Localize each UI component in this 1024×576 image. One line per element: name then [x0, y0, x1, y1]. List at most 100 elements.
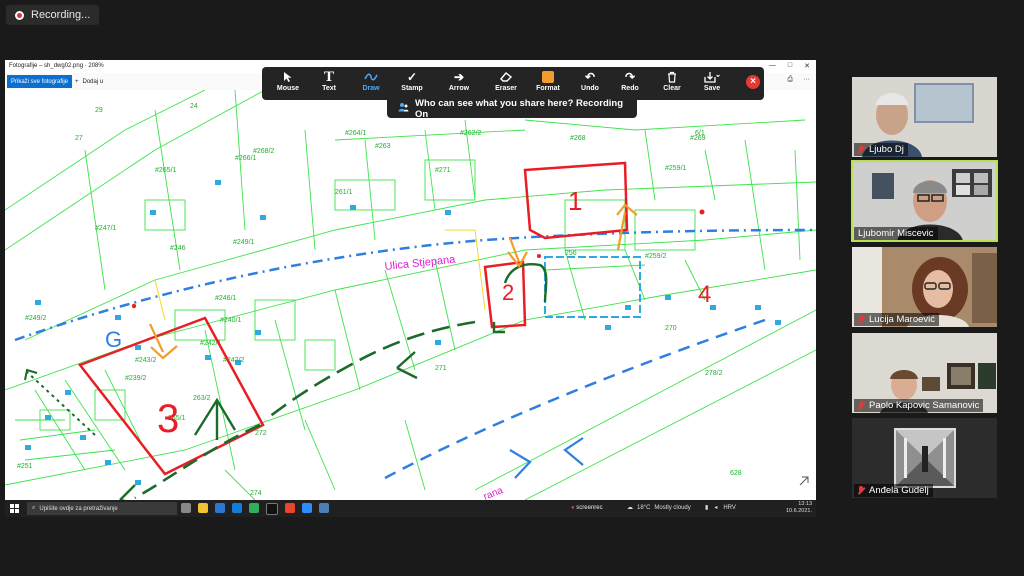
- parcel-number: 271: [435, 365, 447, 372]
- undo-icon: ↶: [584, 70, 596, 84]
- parcel-number: #268: [570, 135, 586, 142]
- recording-dot-icon: [15, 10, 24, 20]
- tool-draw[interactable]: Draw: [349, 69, 393, 99]
- format-icon: [526, 69, 570, 85]
- search-icon: ⌕: [32, 505, 36, 511]
- show-all-photos-button[interactable]: Prikaži sve fotografije: [7, 75, 73, 88]
- people-icon: [398, 102, 409, 116]
- tool-text-label: Text: [322, 85, 336, 92]
- tool-save[interactable]: Save: [690, 69, 734, 99]
- tool-mouse[interactable]: Mouse: [266, 69, 310, 99]
- tool-undo[interactable]: ↶ Undo: [568, 69, 612, 99]
- screenrec-label: ● screenrec: [571, 505, 603, 511]
- tool-eraser[interactable]: Eraser: [484, 69, 528, 99]
- stop-annotation-button[interactable]: ×: [746, 75, 760, 89]
- network-icon[interactable]: ▮: [705, 504, 708, 511]
- windows-taskbar: ⌕ Upišite ovdje za pretraživanje ● scree…: [5, 500, 816, 517]
- mic-muted-icon: [858, 315, 865, 324]
- parcel-number: 274: [250, 490, 262, 497]
- maximize-icon[interactable]: □: [788, 62, 792, 70]
- participant-tile[interactable]: Paolo Kapovic Samanovic: [852, 333, 997, 413]
- tool-arrow-label: Arrow: [448, 85, 470, 92]
- clear-icon: [650, 69, 694, 85]
- parcel-number: #265/1: [155, 167, 177, 174]
- cadastral-map: 292427#262/2#263#264/1#266/1#268/26/1#26…: [5, 90, 816, 500]
- chrome-icon[interactable]: [285, 503, 295, 513]
- edge-icon[interactable]: [232, 503, 242, 513]
- parcel-number: #268/2: [253, 148, 275, 155]
- participant-name: Ljubomir Miscevic: [858, 228, 934, 239]
- redo-icon: ↷: [624, 70, 636, 84]
- tool-text[interactable]: T Text: [307, 69, 351, 99]
- shared-screen: Fotografije – sh_dwg02.png · 208% — □ ✕ …: [5, 60, 816, 517]
- mail-icon[interactable]: [215, 503, 225, 513]
- parcel-number: #239/2: [125, 375, 147, 382]
- participant-name: Paolo Kapovic Samanovic: [869, 400, 980, 411]
- parcel-number: 263/2: [193, 395, 211, 402]
- participant-name: Ljubo Dj: [869, 144, 904, 155]
- text-icon: T: [323, 68, 334, 85]
- windows-start-icon[interactable]: [10, 504, 19, 513]
- tool-format-label: Format: [536, 85, 560, 92]
- participant-name-tag: Anđela Gudelj: [854, 484, 933, 497]
- parcel-number: #262/2: [460, 130, 482, 137]
- mic-muted-icon: [858, 401, 865, 410]
- tool-draw-label: Draw: [362, 85, 380, 92]
- tool-redo-label: Redo: [621, 85, 639, 92]
- minimize-icon[interactable]: —: [769, 62, 776, 70]
- parcel-number: #240/1: [220, 317, 242, 324]
- zoom-icon[interactable]: [302, 503, 312, 513]
- app-icon[interactable]: [266, 503, 278, 515]
- participant-tile-active-speaker[interactable]: Ljubomir Miscevic: [851, 160, 998, 242]
- tool-clear[interactable]: Clear: [650, 69, 694, 99]
- taskbar-apps: [181, 503, 329, 515]
- tool-format[interactable]: Format: [526, 69, 570, 99]
- tool-stamp[interactable]: ✓ Stamp: [390, 69, 434, 99]
- participant-tile[interactable]: Lucija Maroević: [852, 247, 997, 327]
- language-indicator[interactable]: HRV: [723, 505, 736, 511]
- clock-date: 10.6.2021.: [786, 508, 812, 514]
- more-icon[interactable]: ···: [803, 76, 810, 84]
- parcel-number: #264/1: [345, 130, 367, 137]
- viewer-title: Fotografije – sh_dwg02.png · 208%: [9, 63, 104, 69]
- task-view-icon[interactable]: [181, 503, 191, 513]
- area-label-4: 4: [698, 281, 711, 308]
- tool-arrow[interactable]: ➔ Arrow: [437, 69, 481, 99]
- recording-indicator[interactable]: Recording...: [6, 5, 99, 25]
- parcel-number: 24: [190, 103, 198, 110]
- tool-redo[interactable]: ↷ Redo: [608, 69, 652, 99]
- parcel-number: 29: [95, 107, 103, 114]
- parcel-number: 261/1: [335, 189, 353, 196]
- weather-temp: 18°C: [637, 504, 651, 511]
- taskbar-search-input[interactable]: ⌕ Upišite ovdje za pretraživanje: [27, 502, 177, 515]
- parcel-number: #259/2: [645, 253, 667, 260]
- close-icon[interactable]: ✕: [804, 62, 810, 70]
- participant-tile[interactable]: Ljubo Dj: [852, 77, 997, 157]
- annotation-toolbar: Mouse T Text Draw ✓ Stamp ➔ Arrow Eraser…: [262, 67, 764, 100]
- parcel-number: #269: [690, 135, 706, 142]
- print-icon[interactable]: ⎙: [787, 76, 793, 84]
- parcel-number: 272: [255, 430, 267, 437]
- participant-name: Anđela Gudelj: [869, 485, 929, 496]
- tool-mouse-label: Mouse: [276, 85, 300, 92]
- parcel-number: #249/2: [25, 315, 47, 322]
- tool-undo-label: Undo: [581, 85, 599, 92]
- file-explorer-icon[interactable]: [198, 503, 208, 513]
- mouse-pointer-icon: [266, 69, 310, 85]
- photos-icon[interactable]: [319, 503, 329, 513]
- add-to-label: Dodaj u: [82, 78, 104, 85]
- stamp-icon: ✓: [406, 70, 418, 84]
- participant-name: Lucija Maroević: [869, 314, 935, 325]
- weather-widget[interactable]: ☁ 18°C Mostly cloudy: [627, 504, 691, 512]
- area-label-3: 3: [157, 397, 179, 441]
- share-privacy-banner[interactable]: Who can see what you share here? Recordi…: [387, 98, 637, 120]
- volume-icon[interactable]: ◂: [714, 504, 717, 511]
- add-to-button[interactable]: + Dodaj u: [75, 75, 103, 88]
- taskbar-clock[interactable]: 13:13 10.6.2021.: [786, 501, 812, 515]
- whatsapp-icon[interactable]: [249, 503, 259, 513]
- mic-muted-icon: [858, 486, 865, 495]
- draw-icon: [349, 69, 393, 85]
- eraser-icon: [484, 69, 528, 85]
- participant-tile[interactable]: Anđela Gudelj: [852, 418, 997, 498]
- parcel-number: #246/1: [215, 295, 237, 302]
